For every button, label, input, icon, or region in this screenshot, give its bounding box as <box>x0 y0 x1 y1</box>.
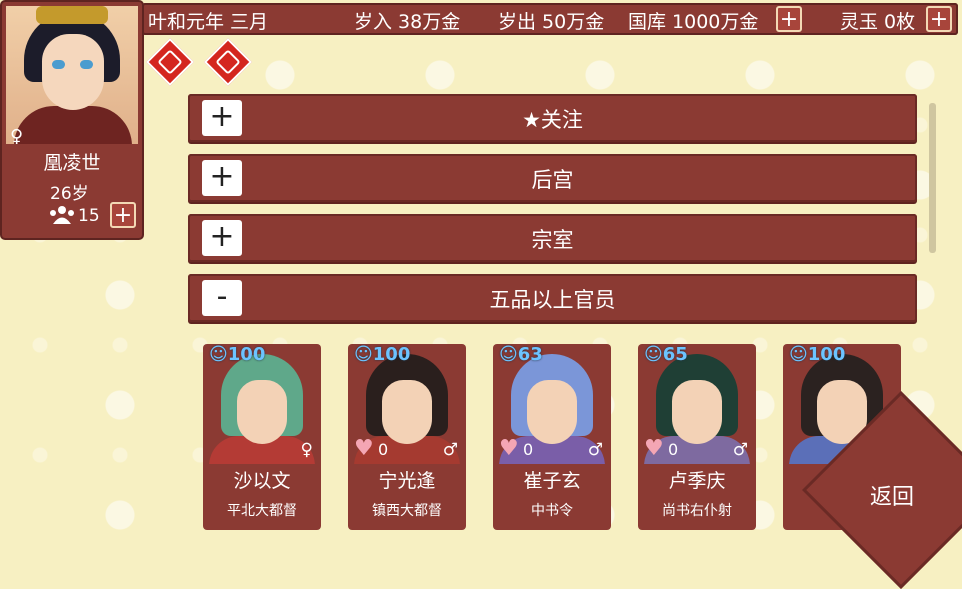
official-name: 宁光逢 <box>378 470 436 492</box>
favor-value: 0 <box>378 440 389 459</box>
heart-icon: ♥ <box>354 436 374 461</box>
heart-icon: ♥ <box>499 436 519 461</box>
status-bar: 叶和元年 三月 岁入 38万金 岁出 50万金 国库 1000万金 + 灵玉 0… <box>142 3 958 35</box>
followers-add-button[interactable]: + <box>110 202 136 228</box>
female-icon: ♀ <box>10 126 24 144</box>
category-row-favorites[interactable]: + ★关注 <box>188 94 917 142</box>
expense-label: 岁出 50万金 <box>498 11 605 33</box>
category-label: ★关注 <box>522 108 583 132</box>
official-card[interactable]: ☺100 ♀ 沙以文 平北大都督 <box>203 344 321 530</box>
gender-icon: ♂ <box>587 440 603 460</box>
official-name: 崔子玄 <box>523 470 581 492</box>
official-card[interactable]: ☺100 ♥ 0 ♂ 宁光逢 镇西大都督 <box>348 344 466 530</box>
treasury-add-button[interactable]: + <box>776 6 802 32</box>
back-label[interactable]: 返回 <box>870 479 914 511</box>
satisfaction-value: ☺100 <box>789 344 846 365</box>
followers-count: 15 <box>78 206 100 226</box>
official-card[interactable]: ☺63 ♥ 0 ♂ 崔子玄 中书令 <box>493 344 611 530</box>
gender-icon: ♂ <box>732 440 748 460</box>
income-label: 岁入 38万金 <box>354 11 461 33</box>
ruler-portrait: ♀ <box>6 6 138 144</box>
scrollbar[interactable] <box>929 103 936 253</box>
category-row-clan[interactable]: + 宗室 <box>188 214 917 262</box>
category-row-officials[interactable]: - 五品以上官员 <box>188 274 917 322</box>
satisfaction-value: ☺65 <box>644 344 688 365</box>
favor-value: 0 <box>668 440 679 459</box>
official-name: 卢季庆 <box>668 470 726 492</box>
official-title: 中书令 <box>531 503 573 519</box>
category-label: 后宫 <box>531 168 574 192</box>
date-label: 叶和元年 三月 <box>148 11 269 33</box>
people-icon <box>50 206 74 224</box>
official-title: 平北大都督 <box>227 503 297 519</box>
category-row-harem[interactable]: + 后宫 <box>188 154 917 202</box>
satisfaction-value: ☺63 <box>499 344 543 365</box>
satisfaction-value: ☺100 <box>209 344 266 365</box>
category-label: 宗室 <box>531 228 574 252</box>
jade-label: 灵玉 0枚 <box>840 11 916 33</box>
ruler-card[interactable]: ♀ 凰凌世 26岁 15 + <box>2 2 142 238</box>
ruler-age: 26岁 <box>50 184 89 204</box>
official-card[interactable]: ☺65 ♥ 0 ♂ 卢季庆 尚书右仆射 <box>638 344 756 530</box>
official-name: 沙以文 <box>233 470 291 492</box>
official-title: 镇西大都督 <box>372 503 442 519</box>
satisfaction-value: ☺100 <box>354 344 411 365</box>
jade-add-button[interactable]: + <box>926 6 952 32</box>
official-title: 尚书右仆射 <box>662 503 732 519</box>
treasury-label: 国库 1000万金 <box>628 11 759 33</box>
favor-value: 0 <box>523 440 534 459</box>
heart-icon: ♥ <box>644 436 664 461</box>
gender-icon: ♀ <box>300 440 313 460</box>
gender-icon: ♂ <box>442 440 458 460</box>
category-label: 五品以上官员 <box>489 288 616 312</box>
ruler-name: 凰凌世 <box>43 152 101 174</box>
